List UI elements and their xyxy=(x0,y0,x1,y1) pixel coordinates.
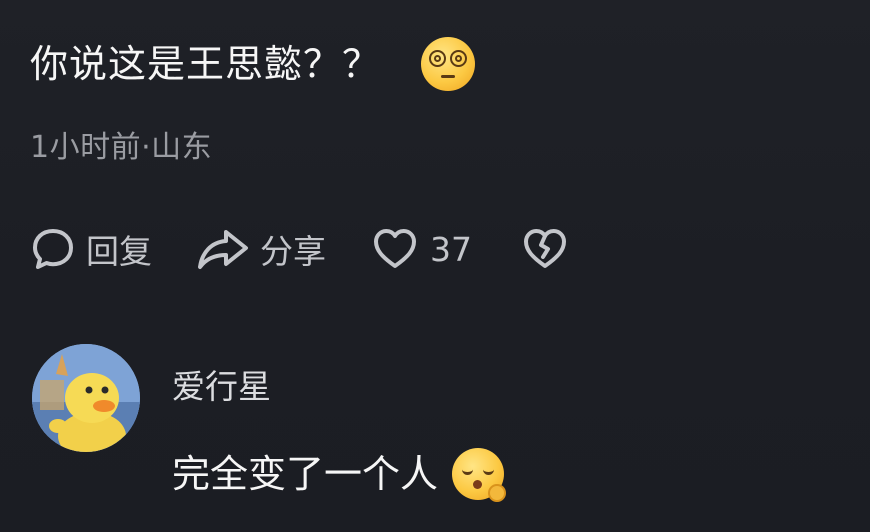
share-label: 分享 xyxy=(260,232,326,271)
like-count: 37 xyxy=(430,229,472,269)
reply-comment: 爱行星 完全变了一个人 xyxy=(0,330,870,532)
comment-action-bar: 回复 分享 37 xyxy=(30,222,568,276)
reply-content: 完全变了一个人 xyxy=(172,444,507,504)
reply-username[interactable]: 爱行星 xyxy=(172,360,271,408)
speech-bubble-icon xyxy=(33,229,73,269)
shushing-face-emoji-icon xyxy=(452,448,507,502)
comment-text: 你说这是王思懿？？ xyxy=(30,42,382,86)
share-button[interactable]: 分享 xyxy=(196,225,326,273)
dizzy-face-emoji-icon xyxy=(421,37,476,91)
comment-content: 你说这是王思懿？？ xyxy=(30,34,476,94)
reply-button[interactable]: 回复 xyxy=(30,225,152,273)
avatar[interactable] xyxy=(32,344,140,452)
reply-label: 回复 xyxy=(86,232,152,271)
share-arrow-icon xyxy=(198,230,248,269)
comment-timestamp-location: 1小时前·山东 xyxy=(30,130,213,165)
dislike-button[interactable] xyxy=(522,226,568,272)
duck-avatar-icon xyxy=(32,344,140,452)
comment: 你说这是王思懿？？ 1小时前·山东 回复 分享 37 xyxy=(0,0,870,320)
heart-outline-icon xyxy=(374,229,416,268)
broken-heart-icon xyxy=(524,229,566,268)
bottom-fade xyxy=(0,522,870,532)
like-button[interactable]: 37 xyxy=(372,226,472,272)
reply-text: 完全变了一个人 xyxy=(172,452,439,496)
